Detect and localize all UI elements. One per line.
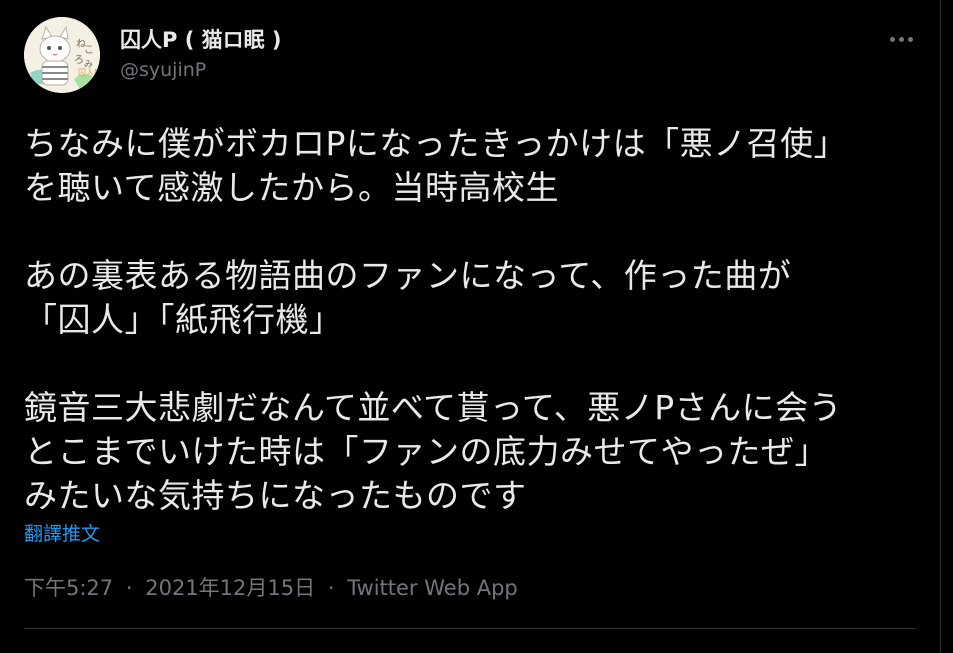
user-handle[interactable]: @syujinP — [120, 59, 206, 81]
tweet-line: 鏡音三大悲劇だなんて並べて貰って、悪ノPさんに会う — [24, 388, 843, 427]
tweet-paragraph: 鏡音三大悲劇だなんて並べて貰って、悪ノPさんに会う とこまでいけた時は「ファンの… — [24, 386, 924, 518]
tweet-paragraph: あの裏表ある物語曲のファンになって、作った曲が 「囚人」「紙飛行機」 — [24, 254, 924, 342]
tweet-line: を聴いて感激したから。当時高校生 — [24, 168, 560, 207]
cat-avatar-icon: ね こ ろ み 囚人P — [24, 17, 100, 93]
translate-tweet-link[interactable]: 翻譯推文 — [24, 519, 100, 546]
more-horizontal-icon — [889, 36, 913, 42]
column-border — [940, 0, 941, 653]
svg-text:ろ: ろ — [74, 55, 84, 66]
tweet-paragraph: ちなみに僕がボカロPになったきっかけは「悪ノ召使」 を聴いて感激したから。当時高… — [24, 122, 924, 210]
tweet-date[interactable]: 2021年12月15日 — [145, 576, 315, 600]
svg-text:こ: こ — [84, 45, 94, 56]
tweet-line: ちなみに僕がボカロPになったきっかけは「悪ノ召使」 — [24, 124, 848, 163]
tweet-time[interactable]: 下午5:27 — [24, 576, 113, 600]
tweet-line: 「囚人」「紙飛行機」 — [24, 300, 343, 339]
meta-separator: · — [327, 576, 335, 600]
tweet-line: とこまでいけた時は「ファンの底力みせてやったぜ」 — [24, 432, 828, 471]
tweet-metadata: 下午5:27 · 2021年12月15日 · Twitter Web App — [24, 572, 518, 602]
avatar[interactable]: ね こ ろ み 囚人P — [24, 17, 100, 93]
tweet-source-link[interactable]: Twitter Web App — [347, 576, 518, 600]
tweet-text: ちなみに僕がボカロPになったきっかけは「悪ノ召使」 を聴いて感激したから。当時高… — [24, 122, 924, 518]
tweet-line: みたいな気持ちになったものです — [24, 476, 527, 515]
tweet-detail: ね こ ろ み 囚人P 囚人P ( 猫ロ眠 ) @syujinP ちなみに僕がボ… — [0, 0, 953, 653]
tweet-line: あの裏表ある物語曲のファンになって、作った曲が — [24, 256, 792, 295]
svg-text:囚人P: 囚人P — [78, 68, 99, 77]
divider — [24, 628, 916, 629]
display-name[interactable]: 囚人P ( 猫ロ眠 ) — [120, 24, 282, 54]
meta-separator: · — [125, 576, 133, 600]
more-options-button[interactable] — [878, 22, 924, 56]
